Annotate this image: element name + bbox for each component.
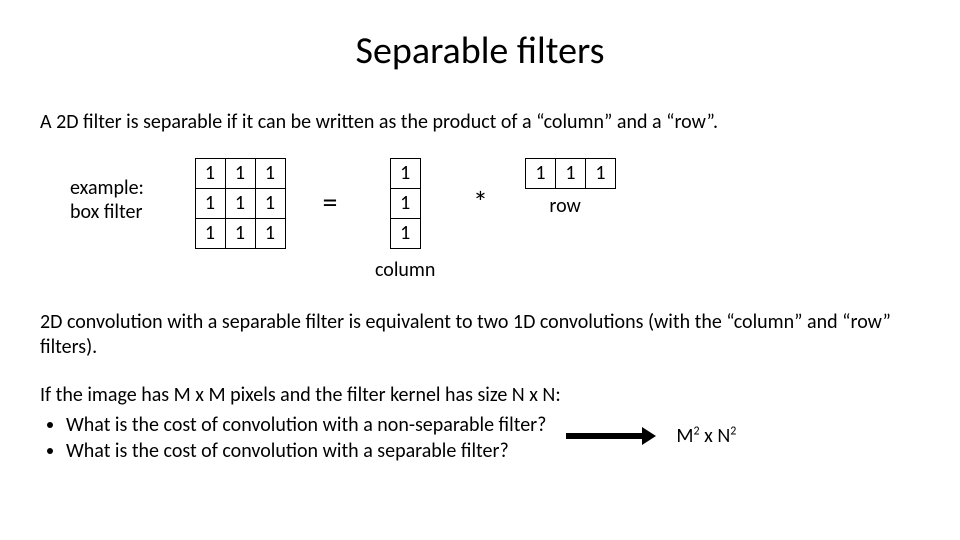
intro-text: A 2D filter is separable if it can be wr… [40,110,920,134]
cost-answer: M2 x N2 [676,423,736,449]
cost-times: x [700,424,718,448]
star-operator: * [465,158,495,221]
arrow-head [642,427,656,445]
row-cell: 1 [525,158,556,189]
box-cell: 1 [255,158,286,189]
arrow-icon [566,429,656,443]
equivalence-paragraph: 2D convolution with a separable filter i… [40,310,920,360]
col-cell: 1 [390,188,421,219]
col-cell: 1 [390,158,421,189]
example-label-line1: example: [70,176,144,200]
box-cell: 1 [225,188,256,219]
equals-sign: = [315,158,345,221]
question-intro: If the image has M x M pixels and the fi… [40,382,920,408]
separable-diagram: example: box filter 1 1 1 1 1 1 1 1 1 = … [70,158,920,282]
question-row-1: What is the cost of convolution with a n… [40,408,920,464]
example-label-line2: box filter [70,200,142,224]
row-vector: 1 1 1 [525,158,615,188]
example-label: example: box filter [70,158,165,224]
cost-questions: If the image has M x M pixels and the fi… [40,382,920,464]
column-vector-block: 1 1 1 column [375,158,435,282]
cost-n: N [717,424,730,448]
question-2: What is the cost of convolution with a s… [66,438,546,464]
box-cell: 1 [195,218,226,249]
row-cell: 1 [555,158,586,189]
cost-sup: 2 [730,424,736,438]
box-cell: 1 [195,188,226,219]
col-cell: 1 [390,218,421,249]
arrow-shaft [566,433,644,439]
slide: Separable filters A 2D filter is separab… [0,0,960,540]
box-cell: 1 [195,158,226,189]
row-vector-block: 1 1 1 row [525,158,615,218]
question-1: What is the cost of convolution with a n… [66,412,546,438]
box-cell: 1 [225,158,256,189]
box-cell: 1 [255,218,286,249]
box-filter-matrix: 1 1 1 1 1 1 1 1 1 [195,158,285,248]
question-bullets: What is the cost of convolution with a n… [40,412,546,464]
row-cell: 1 [585,158,616,189]
slide-title: Separable filters [40,28,920,74]
column-caption: column [375,258,435,282]
box-cell: 1 [225,218,256,249]
column-vector: 1 1 1 [390,158,420,248]
row-caption: row [549,194,580,218]
box-cell: 1 [255,188,286,219]
cost-m: M [676,424,693,448]
